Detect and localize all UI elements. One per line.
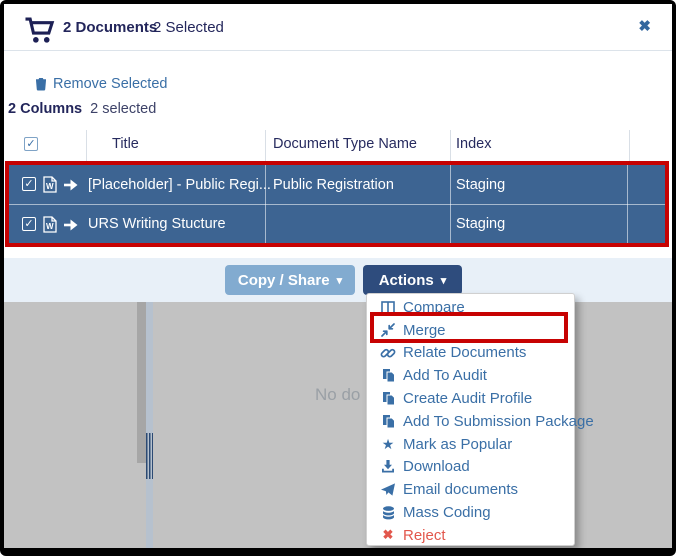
compare-columns-icon (381, 301, 395, 314)
database-icon (382, 506, 395, 520)
columns-count-label: 2 Columns (8, 101, 82, 117)
cell-doc-type: Public Registration (273, 177, 394, 193)
screenshot-frame: No do 2 Documents 2 Selected ✖ Remove Se… (0, 0, 676, 556)
table-row[interactable]: ✓ W URS Writing Stucture Staging (9, 204, 665, 243)
table-row[interactable]: ✓ W [Placeholder] - Public Regi... Publi… (9, 165, 665, 204)
actions-label: Actions (379, 272, 434, 289)
cell-title: [Placeholder] - Public Regi... (88, 177, 271, 193)
background-scrollbar[interactable] (137, 302, 146, 463)
column-divider (629, 130, 630, 161)
cell-title: URS Writing Stucture (88, 216, 226, 232)
menu-item-relate-documents[interactable]: Relate Documents (367, 342, 574, 365)
menu-item-label: Mark as Popular (403, 436, 512, 453)
panel-splitter (146, 302, 153, 548)
column-divider (86, 130, 87, 161)
selected-rows-group: ✓ W [Placeholder] - Public Regi... Publi… (9, 165, 665, 243)
menu-item-add-to-audit[interactable]: Add To Audit (367, 364, 574, 387)
star-icon: ★ (380, 436, 396, 452)
menu-item-label: Add To Audit (403, 367, 487, 384)
arrow-right-icon[interactable] (63, 179, 78, 191)
menu-item-add-to-submission-package[interactable]: Add To Submission Package (367, 410, 574, 433)
menu-item-label: Merge (403, 322, 446, 339)
copy-pages-icon (382, 414, 395, 429)
annotation-box-rows: ✓ W [Placeholder] - Public Regi... Publi… (5, 161, 669, 247)
copy-share-label: Copy / Share (238, 272, 330, 289)
menu-item-mark-as-popular[interactable]: ★ Mark as Popular (367, 433, 574, 456)
column-divider (450, 130, 451, 161)
column-header-index[interactable]: Index (456, 136, 491, 152)
chevron-down-icon: ▾ (441, 274, 447, 287)
selected-count-label: 2 Selected (153, 19, 224, 36)
cell-index: Staging (456, 216, 505, 232)
merge-icon (381, 323, 395, 337)
documents-count-label: 2 Documents (63, 19, 157, 36)
actions-dropdown-menu: Compare Merge Relate Documents (366, 293, 575, 546)
arrow-right-icon[interactable] (63, 219, 78, 231)
menu-item-create-audit-profile[interactable]: Create Audit Profile (367, 387, 574, 410)
trash-icon (35, 77, 47, 91)
menu-item-label: Add To Submission Package (403, 413, 594, 430)
word-document-icon: W (43, 216, 57, 233)
copy-share-button[interactable]: Copy / Share ▾ (225, 265, 355, 295)
close-icon[interactable]: ✖ (638, 17, 651, 37)
row-checkbox[interactable]: ✓ (22, 217, 36, 231)
chevron-down-icon: ▾ (337, 274, 343, 287)
menu-item-email-documents[interactable]: Email documents (367, 478, 574, 501)
documents-cart-modal: 2 Documents 2 Selected ✖ Remove Selected… (4, 4, 672, 302)
splitter-grip-handle[interactable] (146, 433, 153, 479)
copy-pages-icon (382, 391, 395, 406)
menu-item-download[interactable]: Download (367, 456, 574, 479)
actions-button[interactable]: Actions ▾ (363, 265, 462, 295)
menu-item-merge[interactable]: Merge (367, 319, 574, 342)
table-header: ✓ Title Document Type Name Index (4, 130, 672, 161)
cart-icon[interactable] (24, 16, 56, 44)
menu-item-label: Create Audit Profile (403, 390, 532, 407)
menu-item-reject[interactable]: ✖ Reject (367, 524, 574, 547)
columns-selected-label: 2 selected (90, 101, 156, 117)
menu-item-label: Email documents (403, 481, 518, 498)
column-divider (265, 130, 266, 161)
column-header-title[interactable]: Title (112, 136, 139, 152)
menu-item-label: Relate Documents (403, 344, 526, 361)
word-document-icon: W (43, 176, 57, 193)
menu-item-label: Compare (403, 299, 465, 316)
link-icon (380, 345, 396, 361)
menu-item-compare[interactable]: Compare (367, 296, 574, 319)
column-header-doc-type[interactable]: Document Type Name (273, 136, 417, 152)
reject-x-icon: ✖ (380, 527, 396, 543)
svg-text:W: W (46, 222, 54, 231)
menu-item-mass-coding[interactable]: Mass Coding (367, 501, 574, 524)
menu-item-label: Download (403, 458, 470, 475)
cell-index: Staging (456, 177, 505, 193)
app-screen: No do 2 Documents 2 Selected ✖ Remove Se… (4, 4, 672, 548)
remove-selected-button[interactable]: Remove Selected (35, 76, 167, 92)
menu-item-label: Reject (403, 527, 446, 544)
row-checkbox[interactable]: ✓ (22, 177, 36, 191)
send-plane-icon (381, 483, 395, 496)
copy-pages-icon (382, 368, 395, 383)
svg-text:W: W (46, 182, 54, 191)
remove-selected-label: Remove Selected (53, 76, 167, 92)
empty-state-message: No do (315, 385, 360, 405)
menu-item-label: Mass Coding (403, 504, 491, 521)
modal-header: 2 Documents 2 Selected ✖ (4, 4, 672, 51)
download-icon (381, 460, 395, 473)
columns-selector[interactable]: 2 Columns 2 selected (8, 101, 156, 117)
select-all-checkbox[interactable]: ✓ (24, 137, 38, 151)
